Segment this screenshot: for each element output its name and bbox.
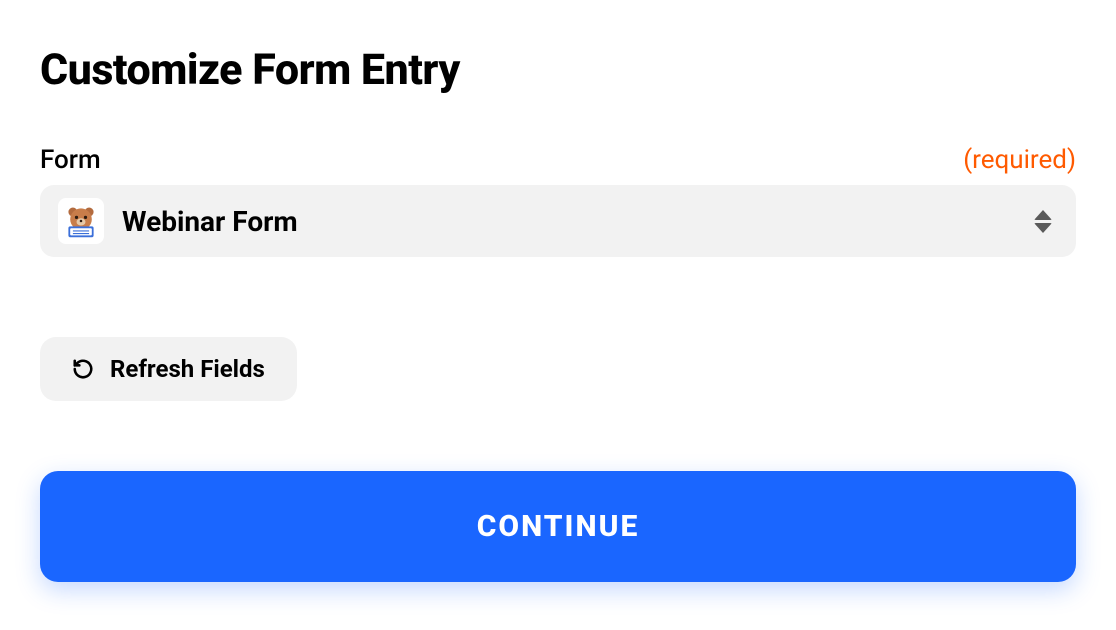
form-field-label: Form	[40, 145, 101, 175]
refresh-fields-label: Refresh Fields	[110, 355, 265, 383]
continue-button[interactable]: CONTINUE	[40, 471, 1076, 582]
form-select-value: Webinar Form	[122, 205, 1034, 238]
form-select[interactable]: Webinar Form	[40, 185, 1076, 257]
required-tag: (required)	[963, 145, 1076, 175]
refresh-icon	[72, 358, 94, 380]
form-field-header: Form (required)	[40, 145, 1076, 175]
wpforms-bear-icon	[58, 198, 104, 244]
updown-icon	[1034, 210, 1052, 233]
refresh-fields-button[interactable]: Refresh Fields	[40, 337, 297, 401]
page-title: Customize Form Entry	[40, 45, 1076, 95]
